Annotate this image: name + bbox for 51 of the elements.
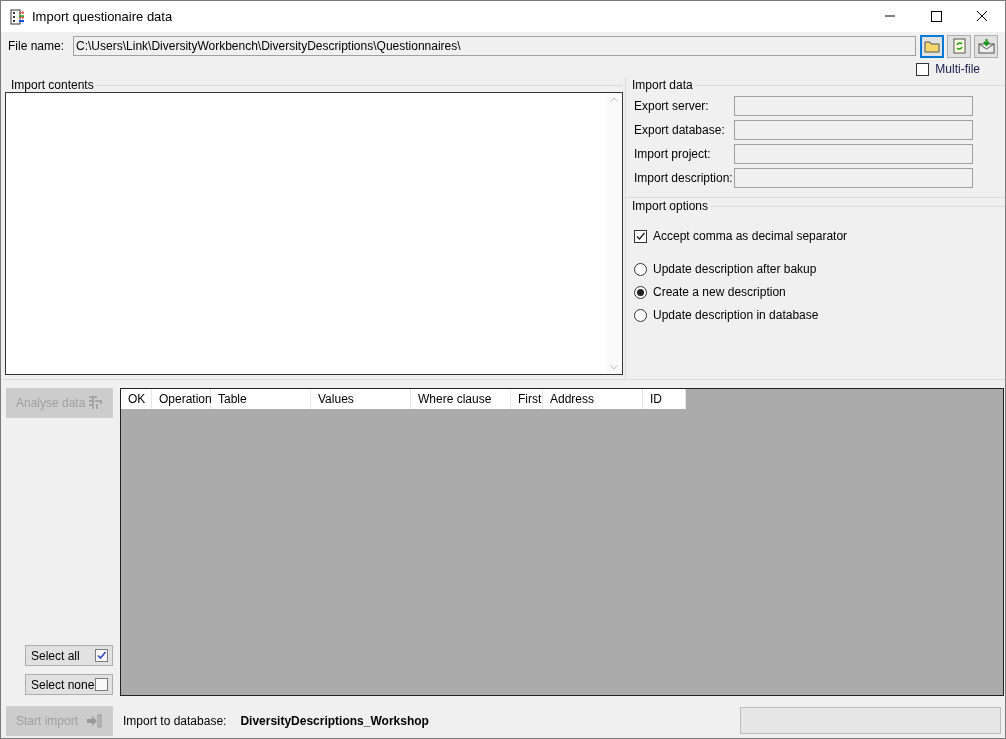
checkbox[interactable]	[916, 62, 930, 76]
scrollbar[interactable]	[606, 93, 622, 374]
field-label: Import description:	[634, 169, 734, 187]
column-header[interactable]: Where clause	[411, 389, 511, 409]
group-title: Import contents	[10, 77, 95, 94]
refresh-document-icon	[950, 37, 969, 55]
folder-button[interactable]	[920, 34, 945, 58]
refresh-document-button[interactable]	[947, 34, 972, 58]
checkbox[interactable]	[634, 229, 647, 243]
text-field[interactable]	[734, 119, 973, 140]
group-title: Import data	[631, 77, 694, 94]
envelope-download-icon	[977, 37, 996, 55]
text-field[interactable]	[734, 143, 973, 164]
field-label: File name:	[8, 38, 65, 55]
column-header[interactable]: OK	[121, 389, 152, 409]
radio-label: Update description in database	[653, 307, 819, 324]
column-header[interactable]: ID	[643, 389, 686, 409]
radio-button[interactable]	[634, 262, 647, 276]
field-label: Import project:	[634, 145, 712, 163]
radio-button[interactable]	[634, 285, 647, 299]
database-name: DiversityDescriptions_Workshop	[240, 712, 429, 730]
scroll-down-icon[interactable]	[610, 365, 618, 370]
column-picker-icon	[87, 395, 103, 411]
field-label: Import to database:	[123, 712, 227, 730]
window-title: Import questionaire data	[32, 7, 174, 26]
import-arrow-icon	[85, 712, 103, 729]
select-button[interactable]: Select all	[25, 645, 113, 666]
maximize-icon	[930, 11, 942, 22]
scroll-up-icon[interactable]	[610, 97, 618, 102]
close-icon	[976, 11, 988, 22]
radio-label: Update description after bakup	[653, 261, 817, 278]
checkbox-label: Multi-file	[935, 61, 980, 78]
file-path-field[interactable]: C:\Users\Link\DiversityWorkbench\DiversityDescriptions\Questionnaires\	[73, 36, 917, 56]
column-header[interactable]: Operation	[152, 389, 211, 409]
envelope-download-button[interactable]	[974, 34, 999, 58]
radio-button[interactable]	[634, 308, 647, 322]
select-button[interactable]: Select none	[25, 674, 113, 695]
checkbox-label: Accept comma as decimal separator	[653, 228, 848, 245]
column-header[interactable]: Address	[543, 389, 643, 409]
checkbox[interactable]	[95, 649, 108, 662]
column-header[interactable]: Table	[211, 389, 311, 409]
radio-label: Create a new description	[653, 284, 786, 301]
text-field[interactable]	[734, 95, 973, 116]
column-header[interactable]: Values	[311, 389, 411, 409]
text-field[interactable]	[734, 167, 973, 188]
group-title: Import options	[631, 198, 710, 215]
checkbox[interactable]	[95, 678, 108, 691]
field-label: Export database:	[634, 121, 726, 139]
field-label: Export server:	[634, 97, 710, 115]
app-icon	[10, 8, 26, 25]
column-header[interactable]: First	[511, 389, 543, 409]
